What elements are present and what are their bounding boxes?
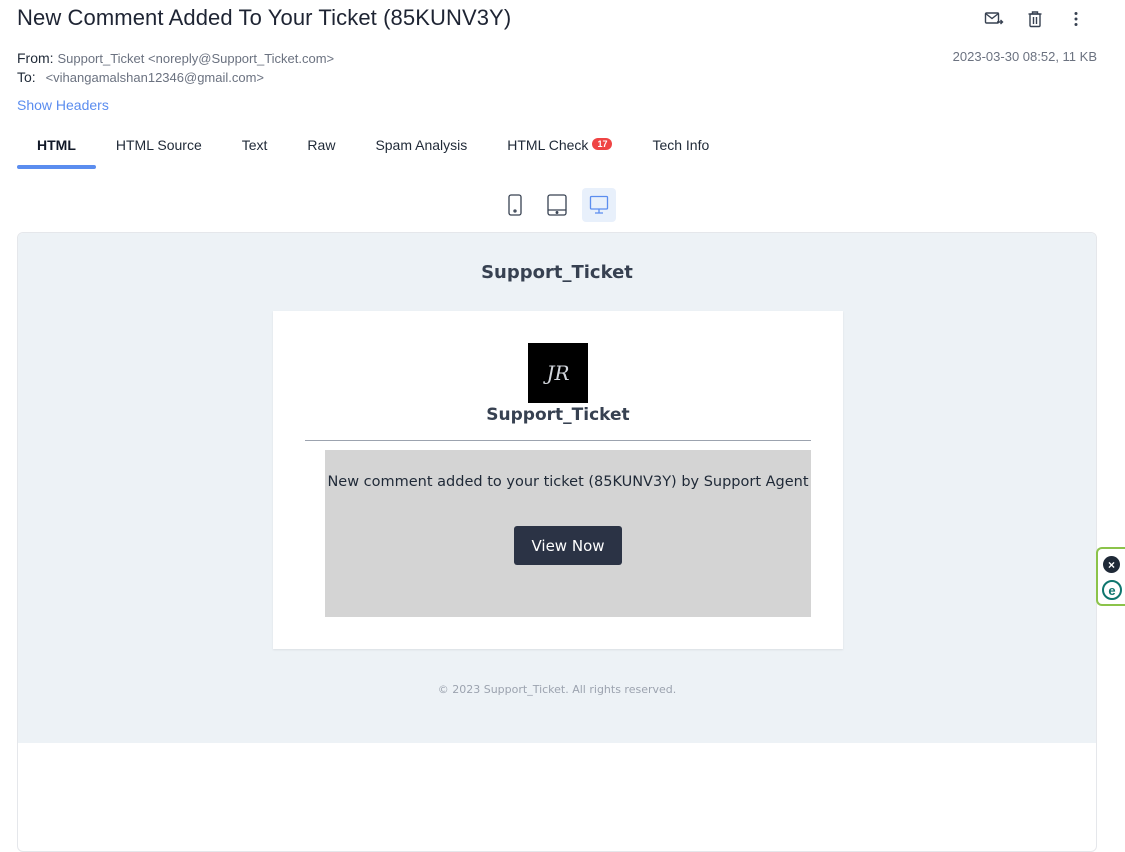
trash-icon[interactable] xyxy=(1024,8,1046,30)
brand-logo: JR xyxy=(528,343,588,403)
message-box: New comment added to your ticket (85KUNV… xyxy=(325,450,811,617)
tab-label: Tech Info xyxy=(652,137,710,153)
tab-html-source[interactable]: HTML Source xyxy=(96,125,222,169)
from-label: From: xyxy=(17,50,54,66)
close-icon[interactable]: × xyxy=(1103,556,1120,573)
to-address: <vihangamalshan12346@gmail.com> xyxy=(45,70,265,85)
tab-label: Raw xyxy=(307,137,336,153)
extension-widget: × e xyxy=(1096,547,1125,606)
email-meta: From: Support_Ticket <noreply@Support_Ti… xyxy=(17,49,334,87)
tab-text[interactable]: Text xyxy=(222,125,288,169)
more-vertical-icon[interactable] xyxy=(1065,8,1087,30)
preview-background: Support_Ticket JR Support_Ticket New com… xyxy=(18,233,1096,743)
view-now-button[interactable]: View Now xyxy=(514,526,622,565)
tab-raw[interactable]: Raw xyxy=(287,125,355,169)
email-card: JR Support_Ticket New comment added to y… xyxy=(273,311,843,649)
tab-spam-analysis[interactable]: Spam Analysis xyxy=(355,125,487,169)
divider xyxy=(305,440,811,441)
forward-mail-icon[interactable] xyxy=(983,8,1005,30)
card-brand-name: Support_Ticket xyxy=(486,405,630,425)
from-address: Support_Ticket <noreply@Support_Ticket.c… xyxy=(57,51,335,66)
to-label: To: xyxy=(17,69,36,85)
tab-label: HTML Check xyxy=(507,137,589,153)
show-headers-link[interactable]: Show Headers xyxy=(17,97,109,113)
tab-tech-info[interactable]: Tech Info xyxy=(632,125,729,169)
view-tabs: HTML HTML Source Text Raw Spam Analysis … xyxy=(17,125,729,169)
to-line: To: <vihangamalshan12346@gmail.com> xyxy=(17,68,334,87)
preview-footer: © 2023 Support_Ticket. All rights reserv… xyxy=(437,683,677,696)
device-switcher xyxy=(498,188,616,222)
tab-html-check[interactable]: HTML Check 17 xyxy=(487,125,632,169)
html-check-badge: 17 xyxy=(592,138,613,150)
comment-message: New comment added to your ticket (85KUNV… xyxy=(327,474,809,490)
tab-label: HTML xyxy=(37,137,76,153)
desktop-icon[interactable] xyxy=(582,188,616,222)
preview-brand-title: Support_Ticket xyxy=(481,262,633,283)
email-preview: Support_Ticket JR Support_Ticket New com… xyxy=(17,232,1097,852)
tab-label: Text xyxy=(241,137,268,153)
logo-text: JR xyxy=(546,361,570,385)
tab-label: HTML Source xyxy=(115,137,202,153)
tab-label: Spam Analysis xyxy=(375,137,468,153)
message-actions xyxy=(983,8,1087,30)
tab-html[interactable]: HTML xyxy=(17,125,96,169)
tablet-icon[interactable] xyxy=(540,188,574,222)
email-date-size: 2023-03-30 08:52, 11 KB xyxy=(952,49,1097,64)
email-subject: New Comment Added To Your Ticket (85KUNV… xyxy=(17,5,512,30)
extension-e-icon[interactable]: e xyxy=(1102,580,1122,600)
from-line: From: Support_Ticket <noreply@Support_Ti… xyxy=(17,49,334,68)
phone-icon[interactable] xyxy=(498,188,532,222)
